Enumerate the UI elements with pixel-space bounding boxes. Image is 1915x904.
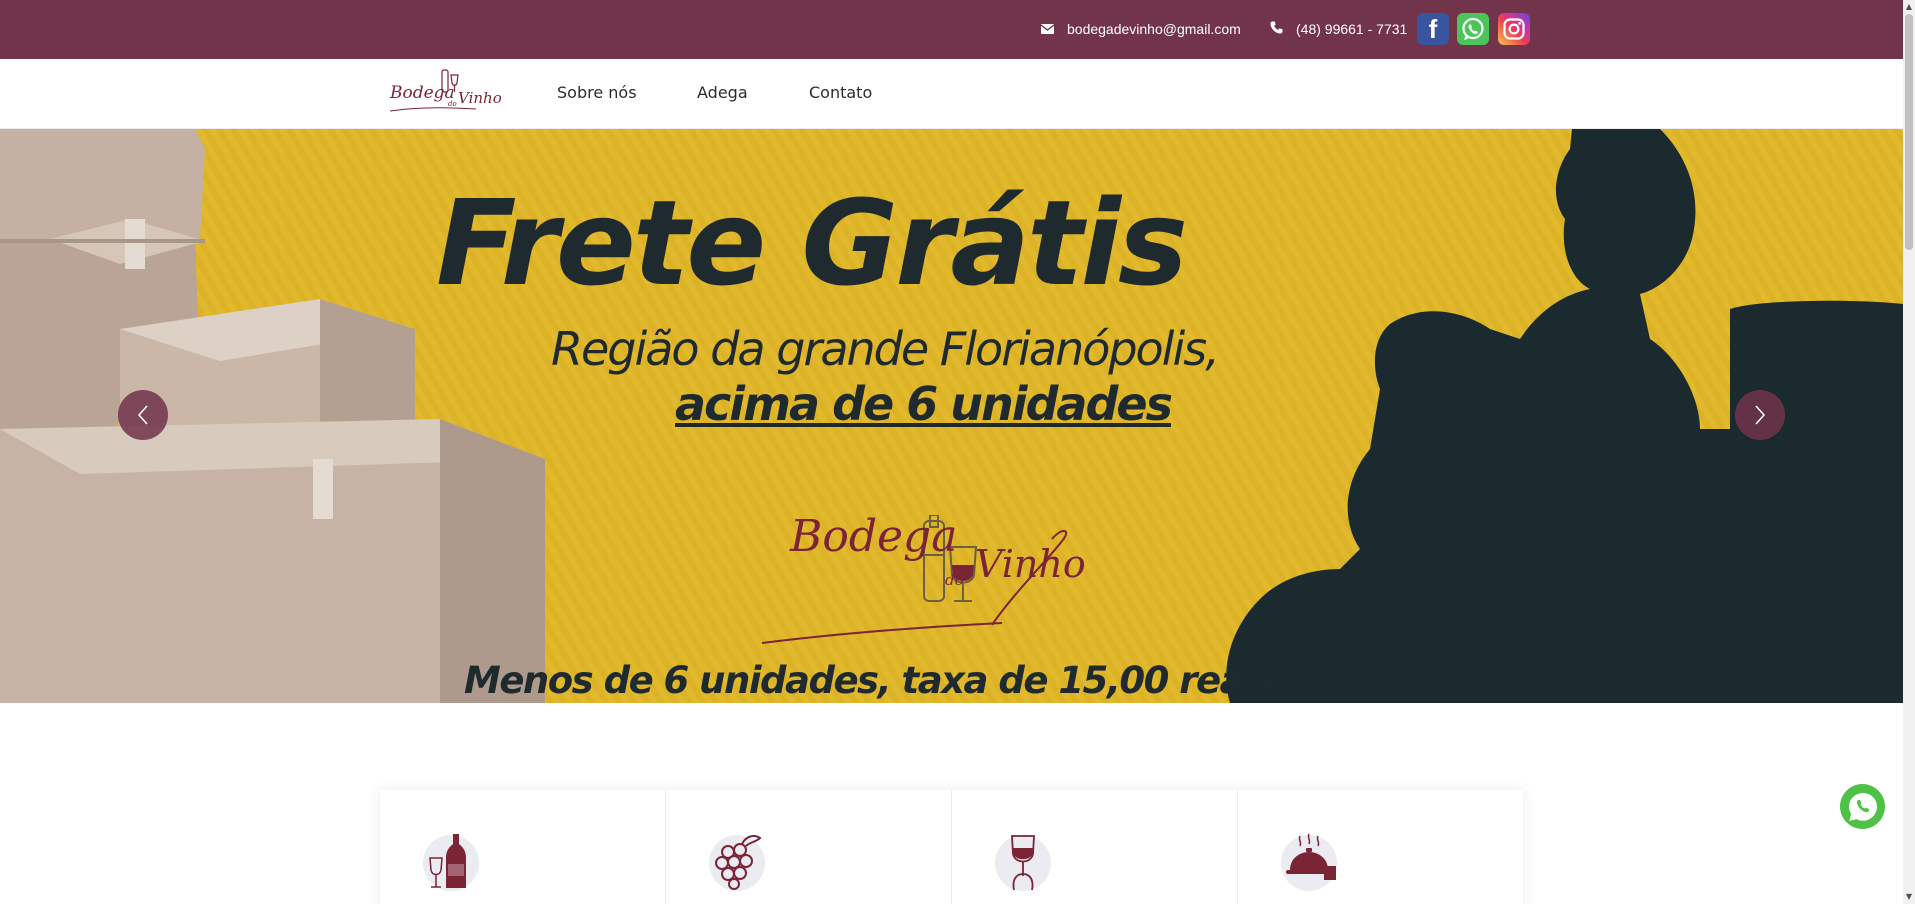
nav-contato[interactable]: Contato bbox=[809, 83, 872, 102]
envelope-icon bbox=[1040, 21, 1055, 37]
food-cloche-icon bbox=[1281, 833, 1337, 891]
wine-bottle-glass-icon bbox=[423, 834, 479, 891]
feature-card bbox=[380, 790, 666, 904]
email-text: bodegadevinho@gmail.com bbox=[1067, 20, 1241, 37]
nav-adega[interactable]: Adega bbox=[697, 83, 748, 102]
feature-card bbox=[666, 790, 952, 904]
phone-icon bbox=[1270, 21, 1283, 37]
delivery-silhouette bbox=[1226, 129, 1903, 703]
wine-tasting-icon bbox=[995, 835, 1051, 891]
hero-brand-name: Bodega bbox=[790, 511, 958, 562]
grapes-icon bbox=[709, 835, 765, 891]
scrollbar-thumb[interactable] bbox=[1905, 14, 1913, 250]
phone-text: (48) 99661 - 7731 bbox=[1296, 20, 1408, 37]
logo-do: do bbox=[448, 100, 457, 108]
top-bar: bodegadevinho@gmail.com (48) 99661 - 773… bbox=[0, 0, 1903, 59]
whatsapp-float-icon bbox=[1848, 792, 1877, 821]
logo[interactable]: Bodega do Vinho bbox=[386, 67, 502, 119]
feature-card bbox=[1238, 790, 1523, 904]
hero-banner: Frete Grátis Região da grande Florianópo… bbox=[0, 129, 1903, 703]
logo-name: Bodega bbox=[390, 83, 455, 103]
chevron-right-icon bbox=[1755, 405, 1766, 425]
scroll-up-arrow-icon[interactable]: ▲ bbox=[1905, 2, 1913, 12]
scroll-down-arrow-icon[interactable]: ▼ bbox=[1905, 892, 1913, 902]
features-section bbox=[380, 790, 1523, 904]
contact-email[interactable]: bodegadevinho@gmail.com bbox=[1040, 0, 1241, 57]
hero-subtitle-line1: Região da grande Florianópolis, bbox=[551, 322, 1220, 376]
hero-brand-do: do bbox=[945, 571, 964, 589]
facebook-glyph: f bbox=[1428, 13, 1438, 44]
nav-sobre-nos[interactable]: Sobre nós bbox=[557, 83, 637, 102]
carousel-prev-button[interactable] bbox=[118, 390, 168, 440]
hero-subtitle-line2: acima de 6 unidades bbox=[675, 377, 1173, 431]
instagram-icon[interactable] bbox=[1498, 13, 1530, 45]
chevron-left-icon bbox=[137, 405, 148, 425]
hero-brand-vinho: Vinho bbox=[975, 542, 1086, 586]
contact-phone[interactable]: (48) 99661 - 7731 bbox=[1270, 0, 1407, 57]
page: bodegadevinho@gmail.com (48) 99661 - 773… bbox=[0, 0, 1915, 904]
feature-card bbox=[952, 790, 1238, 904]
hero-title: Frete Grátis bbox=[436, 174, 1188, 312]
hero-bottom-text: Menos de 6 unidades, taxa de 15,00 reais bbox=[464, 659, 1276, 702]
page-scrollbar[interactable]: ▲ ▼ bbox=[1903, 0, 1915, 904]
logo-vinho: Vinho bbox=[458, 89, 502, 107]
carousel-next-button[interactable] bbox=[1735, 390, 1785, 440]
facebook-icon[interactable]: f bbox=[1417, 13, 1449, 45]
whatsapp-float-button[interactable] bbox=[1840, 784, 1885, 829]
whatsapp-icon[interactable] bbox=[1457, 13, 1489, 45]
navbar: Bodega do Vinho Sobre nós Adega Contato bbox=[0, 59, 1903, 129]
